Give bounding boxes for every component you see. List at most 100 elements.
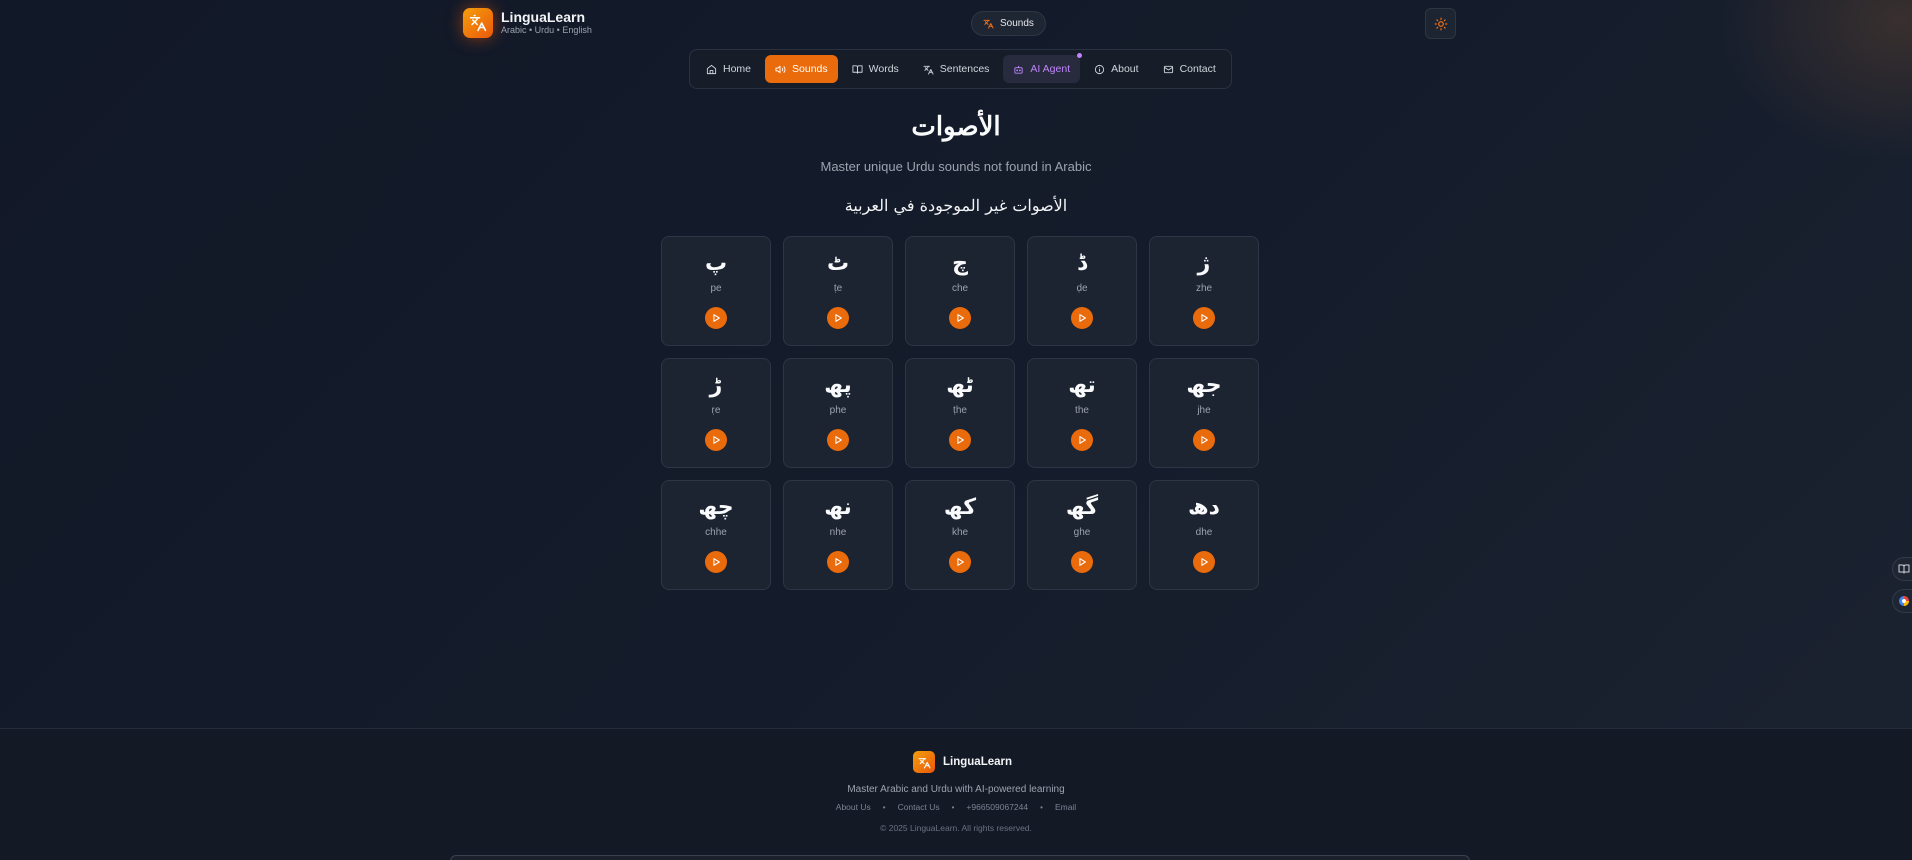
sound-letter: پ bbox=[704, 251, 728, 276]
footer-separator: • bbox=[951, 802, 955, 812]
sound-card: پ pe bbox=[661, 236, 771, 346]
robot-icon bbox=[1014, 65, 1024, 74]
nav-words-label: Words bbox=[868, 63, 899, 75]
bottom-bar bbox=[450, 855, 1470, 860]
play-button[interactable] bbox=[1193, 551, 1215, 573]
brand-name: LinguaLearn bbox=[501, 9, 586, 25]
play-button[interactable] bbox=[1071, 307, 1093, 329]
nav-contact-label: Contact bbox=[1179, 63, 1216, 75]
sound-letter: ٹ bbox=[826, 251, 850, 276]
translate-icon bbox=[983, 19, 994, 29]
footer-brand: LinguaLearn bbox=[913, 751, 1012, 773]
sound-card: ٹ ṭe bbox=[783, 236, 893, 346]
sound-transliteration: ṭhe bbox=[953, 405, 967, 416]
info-icon bbox=[1095, 64, 1105, 74]
nav-about[interactable]: About bbox=[1084, 55, 1148, 83]
play-button[interactable] bbox=[1193, 429, 1215, 451]
sound-transliteration: che bbox=[951, 283, 969, 294]
translate-logo-icon bbox=[463, 8, 493, 38]
sound-transliteration: dhe bbox=[1195, 527, 1213, 538]
play-icon bbox=[1079, 314, 1086, 322]
google-icon bbox=[1899, 596, 1909, 606]
theme-toggle-button[interactable] bbox=[1425, 8, 1456, 39]
side-book-button[interactable] bbox=[1892, 557, 1912, 581]
nav-contact[interactable]: Contact bbox=[1153, 55, 1226, 83]
footer-link-contact[interactable]: Contact Us bbox=[898, 802, 940, 812]
nav-sounds[interactable]: Sounds bbox=[765, 55, 838, 83]
current-page-pill: Sounds bbox=[971, 11, 1046, 36]
play-button[interactable] bbox=[949, 551, 971, 573]
sound-card: ڑ ṛe bbox=[661, 358, 771, 468]
sound-letter: گھ bbox=[1065, 495, 1099, 520]
sound-card: ٹھ ṭhe bbox=[905, 358, 1015, 468]
sound-card: نھ nhe bbox=[783, 480, 893, 590]
play-icon bbox=[1201, 314, 1208, 322]
footer-separator: • bbox=[882, 802, 886, 812]
notification-dot bbox=[1077, 53, 1083, 58]
sound-transliteration: ṛe bbox=[711, 405, 721, 416]
play-button[interactable] bbox=[827, 551, 849, 573]
play-button[interactable] bbox=[827, 307, 849, 329]
sound-letter: کھ bbox=[943, 495, 977, 520]
sound-transliteration: jhe bbox=[1197, 405, 1211, 416]
nav-sounds-label: Sounds bbox=[792, 63, 828, 75]
sound-letter: تھ bbox=[1068, 373, 1096, 398]
play-icon bbox=[957, 436, 964, 444]
home-icon bbox=[706, 64, 717, 74]
footer: LinguaLearn Master Arabic and Urdu with … bbox=[0, 728, 1912, 860]
sound-transliteration: phe bbox=[829, 405, 847, 416]
side-google-translate-button[interactable] bbox=[1892, 589, 1912, 613]
sound-card: ژ zhe bbox=[1149, 236, 1259, 346]
brand[interactable]: LinguaLearn Arabic • Urdu • English bbox=[463, 8, 592, 38]
play-button[interactable] bbox=[949, 307, 971, 329]
sound-letter: دھ bbox=[1188, 495, 1220, 520]
nav-about-label: About bbox=[1111, 63, 1139, 75]
current-page-label: Sounds bbox=[1000, 18, 1034, 29]
sound-card: کھ khe bbox=[905, 480, 1015, 590]
sound-transliteration: khe bbox=[951, 527, 969, 538]
brand-subtitle: Arabic • Urdu • English bbox=[501, 25, 592, 35]
play-icon bbox=[957, 314, 964, 322]
translate-logo-icon bbox=[913, 751, 935, 773]
sound-card: ڈ ḍe bbox=[1027, 236, 1137, 346]
nav-words[interactable]: Words bbox=[842, 55, 909, 83]
play-icon bbox=[835, 558, 842, 566]
footer-link-email[interactable]: Email bbox=[1055, 802, 1076, 812]
play-button[interactable] bbox=[1071, 551, 1093, 573]
play-button[interactable] bbox=[1071, 429, 1093, 451]
nav-ai-agent[interactable]: AI Agent bbox=[1003, 53, 1083, 83]
page-title: الأصوات bbox=[911, 112, 1001, 142]
sound-transliteration: ḍe bbox=[1076, 283, 1088, 294]
sound-card: چھ chhe bbox=[661, 480, 771, 590]
play-icon bbox=[1079, 558, 1086, 566]
sound-transliteration: ghe bbox=[1073, 527, 1091, 538]
play-icon bbox=[713, 558, 720, 566]
footer-brand-name: LinguaLearn bbox=[943, 756, 1013, 768]
sound-letter: ڑ bbox=[709, 373, 723, 398]
sound-letter: جھ bbox=[1186, 373, 1222, 398]
sound-card: دھ dhe bbox=[1149, 480, 1259, 590]
sound-transliteration: pe bbox=[710, 283, 722, 294]
nav-home[interactable]: Home bbox=[696, 55, 761, 83]
nav-sentences[interactable]: Sentences bbox=[913, 55, 1000, 83]
sound-transliteration: chhe bbox=[705, 527, 727, 538]
sound-letter: پھ bbox=[824, 373, 852, 398]
play-button[interactable] bbox=[705, 429, 727, 451]
play-icon bbox=[1079, 436, 1086, 444]
play-button[interactable] bbox=[949, 429, 971, 451]
sound-card: پھ phe bbox=[783, 358, 893, 468]
header: LinguaLearn Arabic • Urdu • English Soun… bbox=[0, 0, 1912, 48]
sound-card: چ che bbox=[905, 236, 1015, 346]
play-icon bbox=[1201, 558, 1208, 566]
sound-transliteration: ṭe bbox=[833, 283, 843, 294]
play-button[interactable] bbox=[827, 429, 849, 451]
play-button[interactable] bbox=[1193, 307, 1215, 329]
play-button[interactable] bbox=[705, 307, 727, 329]
sound-letter: چ bbox=[952, 251, 968, 276]
sound-transliteration: nhe bbox=[829, 527, 847, 538]
footer-link-phone[interactable]: +966509067244 bbox=[966, 802, 1028, 812]
play-icon bbox=[713, 314, 720, 322]
footer-link-about[interactable]: About Us bbox=[836, 802, 871, 812]
play-button[interactable] bbox=[705, 551, 727, 573]
sound-grid: پ pe ٹ ṭe چ che ڈ ḍe ژ zhe ڑ ṛe پھ phe ٹھ ṭhe تھ the جھ jhe… bbox=[661, 236, 1259, 590]
